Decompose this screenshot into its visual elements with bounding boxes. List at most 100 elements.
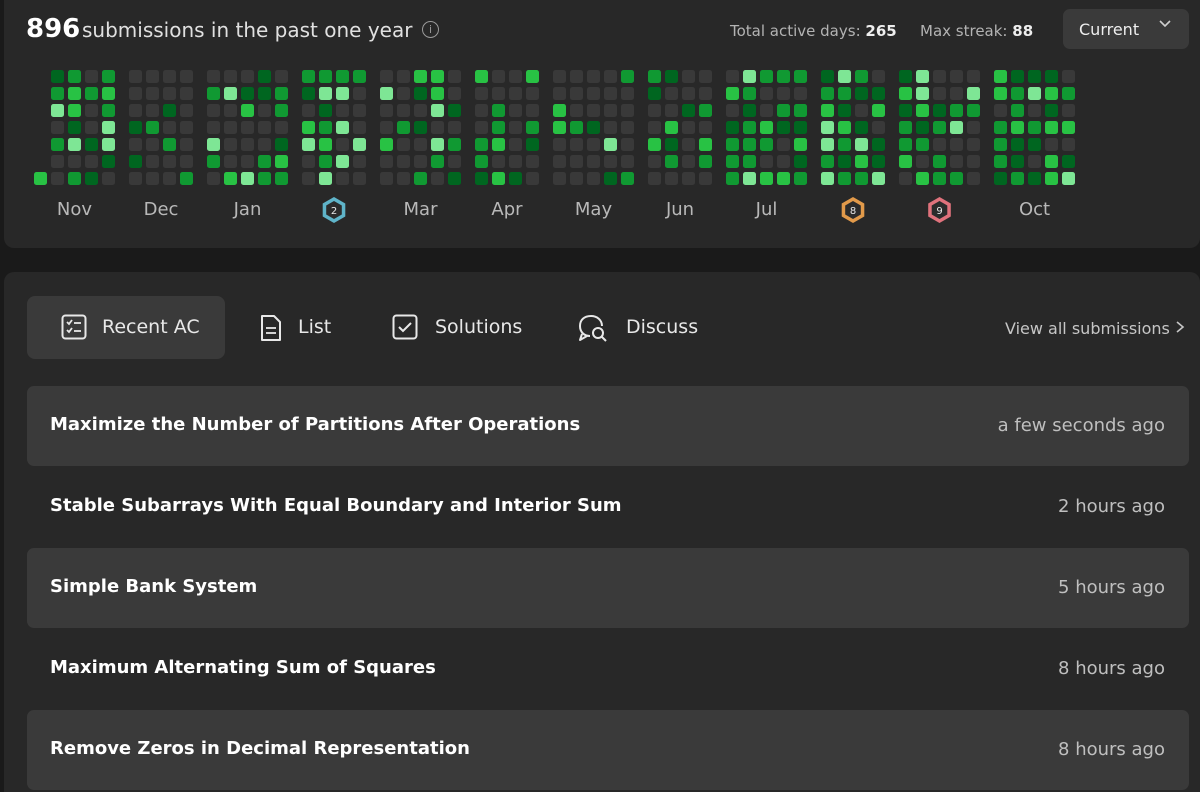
heatmap-cell[interactable] [526,104,539,117]
heatmap-cell[interactable] [760,155,773,168]
heatmap-cell[interactable] [760,121,773,134]
heatmap-cell[interactable] [967,70,980,83]
heatmap-cell[interactable] [475,172,488,185]
heatmap-cell[interactable] [68,138,81,151]
heatmap-cell[interactable] [414,172,427,185]
heatmap-cell[interactable] [916,155,929,168]
heatmap-cell[interactable] [794,104,807,117]
heatmap-cell[interactable] [838,155,851,168]
heatmap-cell[interactable] [353,87,366,100]
heatmap-cell[interactable] [648,155,661,168]
heatmap-cell[interactable] [224,70,237,83]
heatmap-cell[interactable] [51,121,64,134]
heatmap-cell[interactable] [821,155,834,168]
heatmap-cell[interactable] [587,121,600,134]
heatmap-cell[interactable] [604,87,617,100]
heatmap-cell[interactable] [587,104,600,117]
heatmap-cell[interactable] [275,138,288,151]
heatmap-cell[interactable] [1028,104,1041,117]
heatmap-cell[interactable] [509,87,522,100]
heatmap-cell[interactable] [916,172,929,185]
heatmap-cell[interactable] [872,104,885,117]
submission-title[interactable]: Maximum Alternating Sum of Squares [50,657,436,678]
heatmap-cell[interactable] [648,87,661,100]
heatmap-cell[interactable] [275,104,288,117]
heatmap-cell[interactable] [163,155,176,168]
heatmap-cell[interactable] [336,138,349,151]
heatmap-cell[interactable] [665,87,678,100]
heatmap-cell[interactable] [85,104,98,117]
heatmap-cell[interactable] [604,70,617,83]
heatmap-cell[interactable] [475,87,488,100]
heatmap-cell[interactable] [302,138,315,151]
heatmap-cell[interactable] [570,121,583,134]
heatmap-cell[interactable] [492,155,505,168]
heatmap-cell[interactable] [431,155,444,168]
heatmap-cell[interactable] [777,138,790,151]
heatmap-cell[interactable] [621,104,634,117]
heatmap-cell[interactable] [241,87,254,100]
heatmap-cell[interactable] [492,87,505,100]
heatmap-cell[interactable] [967,121,980,134]
heatmap-cell[interactable] [414,155,427,168]
heatmap-cell[interactable] [509,138,522,151]
heatmap-cell[interactable] [1045,138,1058,151]
heatmap-cell[interactable] [509,121,522,134]
heatmap-cell[interactable] [587,87,600,100]
heatmap-cell[interactable] [899,138,912,151]
heatmap-cell[interactable] [51,138,64,151]
heatmap-cell[interactable] [838,138,851,151]
heatmap-cell[interactable] [146,70,159,83]
heatmap-cell[interactable] [821,172,834,185]
submission-title[interactable]: Simple Bank System [50,576,257,597]
heatmap-cell[interactable] [1028,138,1041,151]
heatmap-cell[interactable] [68,87,81,100]
heatmap-cell[interactable] [994,155,1007,168]
heatmap-cell[interactable] [509,70,522,83]
heatmap-cell[interactable] [258,138,271,151]
heatmap-cell[interactable] [699,138,712,151]
heatmap-cell[interactable] [207,104,220,117]
heatmap-cell[interactable] [431,104,444,117]
heatmap-cell[interactable] [794,155,807,168]
heatmap-cell[interactable] [302,172,315,185]
heatmap-cell[interactable] [353,138,366,151]
heatmap-cell[interactable] [207,138,220,151]
heatmap-cell[interactable] [621,70,634,83]
heatmap-cell[interactable] [1045,155,1058,168]
heatmap-cell[interactable] [1062,104,1075,117]
heatmap-cell[interactable] [553,104,566,117]
heatmap-cell[interactable] [838,121,851,134]
heatmap-cell[interactable] [336,87,349,100]
heatmap-cell[interactable] [224,104,237,117]
heatmap-cell[interactable] [899,104,912,117]
heatmap-cell[interactable] [68,70,81,83]
heatmap-cell[interactable] [224,172,237,185]
heatmap-cell[interactable] [899,87,912,100]
heatmap-cell[interactable] [821,87,834,100]
heatmap-cell[interactable] [102,121,115,134]
heatmap-cell[interactable] [872,172,885,185]
tab-recent-ac[interactable]: Recent AC [27,296,225,359]
heatmap-cell[interactable] [102,104,115,117]
heatmap-cell[interactable] [275,121,288,134]
heatmap-cell[interactable] [129,87,142,100]
heatmap-cell[interactable] [336,172,349,185]
heatmap-cell[interactable] [85,155,98,168]
heatmap-cell[interactable] [102,87,115,100]
tab-solutions[interactable]: Solutions [374,296,544,359]
heatmap-cell[interactable] [760,138,773,151]
heatmap-cell[interactable] [994,172,1007,185]
heatmap-cell[interactable] [604,172,617,185]
heatmap-cell[interactable] [129,121,142,134]
heatmap-cell[interactable] [587,138,600,151]
heatmap-cell[interactable] [933,104,946,117]
heatmap-cell[interactable] [699,172,712,185]
heatmap-cell[interactable] [916,87,929,100]
heatmap-cell[interactable] [163,104,176,117]
heatmap-cell[interactable] [319,70,332,83]
heatmap-cell[interactable] [180,104,193,117]
heatmap-cell[interactable] [855,155,868,168]
heatmap-cell[interactable] [570,172,583,185]
heatmap-cell[interactable] [916,104,929,117]
